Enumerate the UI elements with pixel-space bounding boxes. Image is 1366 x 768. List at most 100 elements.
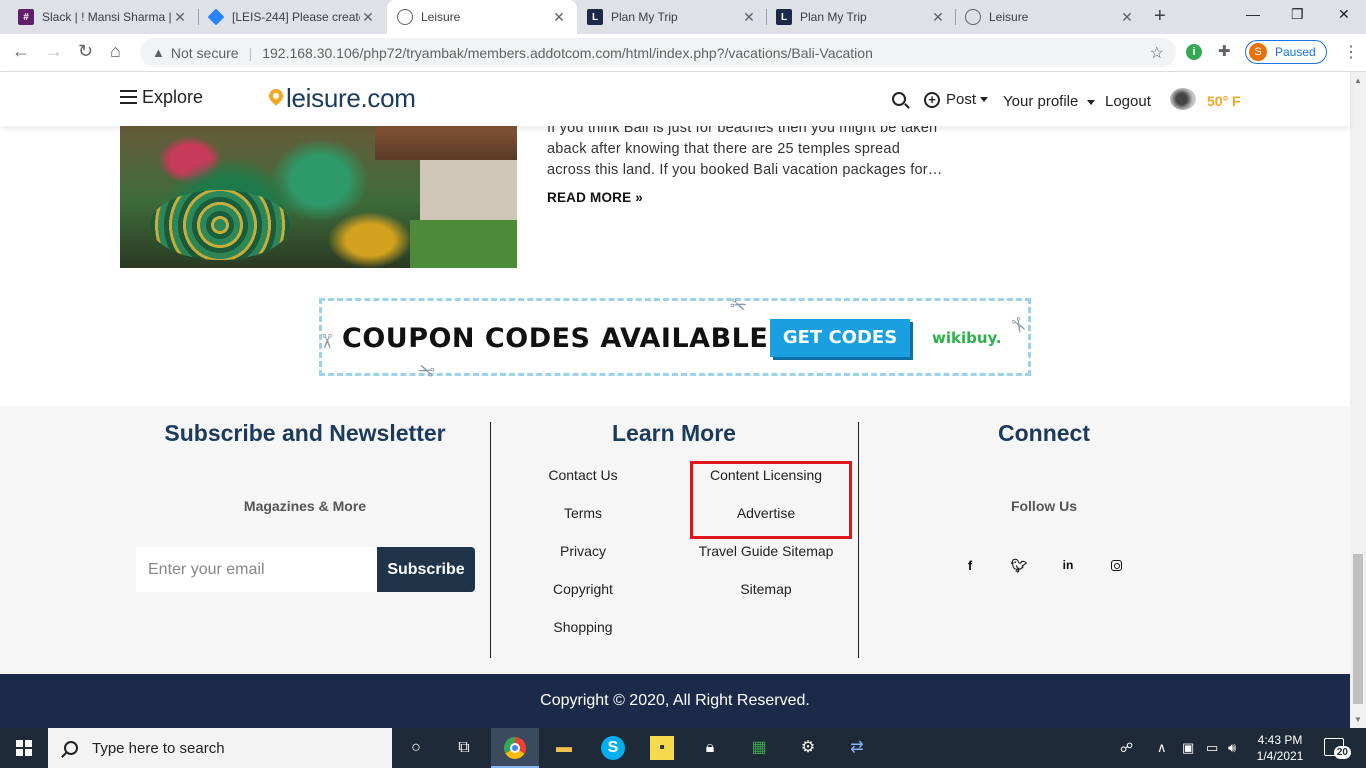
spreadsheet-app-icon[interactable]: ▦ <box>747 736 771 760</box>
location-pin-icon <box>268 89 284 109</box>
search-icon[interactable] <box>892 92 906 106</box>
system-clock[interactable]: 4:43 PM 1/4/2021 <box>1250 732 1310 764</box>
tab-title: [LEIS-244] Please create <box>232 10 360 24</box>
footer-link-privacy[interactable]: Privacy <box>493 543 673 559</box>
hamburger-icon[interactable] <box>120 90 137 104</box>
browser-tab[interactable]: L Plan My Trip ✕ <box>766 0 956 34</box>
chrome-icon <box>504 737 526 759</box>
temple-roof <box>375 120 517 160</box>
explore-link[interactable]: Explore <box>142 87 203 108</box>
post-menu[interactable]: + Post <box>924 91 989 108</box>
avatar: S <box>1249 43 1267 61</box>
close-icon[interactable]: ✕ <box>741 9 757 26</box>
file-explorer-icon[interactable]: ▬ <box>552 736 576 760</box>
caret-down-icon <box>980 97 989 102</box>
browser-tab-active[interactable]: Leisure ✕ <box>387 0 577 34</box>
security-label[interactable]: Not secure <box>171 45 239 61</box>
slack-icon: # <box>18 9 34 25</box>
bookmark-star-icon[interactable]: ☆ <box>1150 43 1164 63</box>
extension-info-icon[interactable]: i <box>1186 44 1202 60</box>
read-more-link[interactable]: READ MORE » <box>547 190 643 205</box>
article-image[interactable] <box>120 120 517 268</box>
close-icon[interactable]: ✕ <box>1119 9 1135 26</box>
reload-icon[interactable]: ↻ <box>78 41 93 62</box>
notifications-icon[interactable]: 20 <box>1324 738 1351 759</box>
subscribe-title: Subscribe and Newsletter <box>164 420 446 446</box>
jira-icon <box>207 8 225 26</box>
windows-start-icon[interactable] <box>16 740 32 756</box>
search-icon <box>64 741 78 755</box>
monitor-icon[interactable]: ▣ <box>1182 740 1194 756</box>
browser-tab[interactable]: # Slack | ! Mansi Sharma | ✕ <box>8 0 198 34</box>
browser-tab[interactable]: [LEIS-244] Please create ✕ <box>198 0 386 34</box>
extensions-puzzle-icon[interactable]: ✚ <box>1218 42 1231 60</box>
logo-text: leisure.com <box>286 83 416 113</box>
browser-toolbar: ← → ↻ ⌂ ▲ Not secure | 192.168.30.106/ph… <box>0 34 1366 72</box>
scroll-up-icon[interactable]: ▲ <box>1354 76 1362 85</box>
footer-link-shopping[interactable]: Shopping <box>493 619 673 635</box>
column-divider <box>858 422 859 658</box>
scissors-icon: ✂ <box>314 333 337 350</box>
browser-tab[interactable]: Leisure ✕ <box>955 0 1145 34</box>
cortana-icon[interactable]: ○ <box>404 736 428 760</box>
tray-expand-icon[interactable]: ∧ <box>1157 740 1167 756</box>
task-view-icon[interactable]: ⧉ <box>452 736 476 760</box>
instagram-icon[interactable] <box>1111 560 1122 571</box>
footer-link-contact-us[interactable]: Contact Us <box>493 467 673 483</box>
footer-link-travel-guide-sitemap[interactable]: Travel Guide Sitemap <box>676 543 856 559</box>
email-field[interactable] <box>136 547 377 592</box>
linkedin-icon[interactable]: in <box>1058 558 1078 572</box>
skype-icon[interactable]: S <box>601 736 625 760</box>
sticky-notes-icon[interactable]: ▪ <box>650 736 674 760</box>
temperature: 50° F <box>1207 93 1241 109</box>
close-icon[interactable]: ✕ <box>551 9 567 26</box>
volume-icon[interactable]: 🔊︎ <box>1228 740 1236 756</box>
plus-circle-icon: + <box>924 91 940 108</box>
close-icon[interactable]: ✕ <box>360 9 376 26</box>
footer-link-sitemap[interactable]: Sitemap <box>676 581 856 597</box>
browser-tab[interactable]: L Plan My Trip ✕ <box>577 0 767 34</box>
site-header: Explore leisure.com + Post Your profile … <box>0 72 1350 126</box>
battery-icon[interactable]: ▭ <box>1206 740 1218 756</box>
profile-button[interactable]: S Paused <box>1245 40 1327 64</box>
scroll-down-icon[interactable]: ▼ <box>1354 715 1362 724</box>
caret-down-icon <box>1086 99 1095 105</box>
site-logo[interactable]: leisure.com <box>268 83 416 114</box>
close-window-icon[interactable]: ✕ <box>1338 6 1350 23</box>
subscribe-subtitle: Magazines & More <box>243 498 367 514</box>
taskbar-search-box[interactable]: Type here to search <box>48 728 392 768</box>
warning-icon[interactable]: ▲ <box>152 45 165 60</box>
address-bar[interactable]: ▲ Not secure | 192.168.30.106/php72/trya… <box>140 38 1176 67</box>
scissors-icon: ✂ <box>414 355 439 383</box>
tab-title: Plan My Trip <box>800 10 867 24</box>
restore-icon[interactable]: ❐ <box>1291 6 1304 23</box>
new-tab-icon[interactable]: + <box>1154 5 1166 28</box>
home-icon[interactable]: ⌂ <box>110 41 121 62</box>
coupon-ad-banner[interactable]: COUPON CODES AVAILABLE GET CODES wikibuy… <box>315 293 1032 382</box>
menu-kebab-icon[interactable]: ⋮ <box>1343 42 1359 62</box>
article-excerpt: If you think Bali is just for beaches th… <box>547 120 943 178</box>
subscribe-button[interactable]: Subscribe <box>377 547 475 592</box>
network-app-icon[interactable]: ⇄ <box>845 736 869 760</box>
close-icon[interactable]: ✕ <box>930 9 946 26</box>
logout-link[interactable]: Logout <box>1105 93 1151 110</box>
profile-menu[interactable]: Your profile <box>1003 93 1095 110</box>
footer-link-terms[interactable]: Terms <box>493 505 673 521</box>
close-icon[interactable]: ✕ <box>172 9 188 26</box>
column-divider <box>490 422 491 658</box>
facebook-icon[interactable]: f <box>960 558 980 573</box>
url-text[interactable]: 192.168.30.106/php72/tryambak/members.ad… <box>262 45 873 61</box>
taskbar-chrome-active[interactable] <box>491 728 539 768</box>
scissors-icon: ✂ <box>1004 312 1032 339</box>
minimize-icon[interactable]: — <box>1246 6 1260 22</box>
forward-icon[interactable]: → <box>45 41 63 62</box>
scrollbar-thumb[interactable] <box>1353 554 1363 704</box>
footer-link-copyright[interactable]: Copyright <box>493 581 673 597</box>
people-icon[interactable]: ☍ <box>1120 740 1133 756</box>
back-icon[interactable]: ← <box>12 41 30 62</box>
settings-gear-icon[interactable]: ⚙ <box>796 736 820 760</box>
twitter-icon[interactable]: 🐦︎ <box>1009 558 1029 574</box>
vertical-scrollbar[interactable]: ▲ ▼ <box>1350 72 1366 728</box>
get-codes-button[interactable]: GET CODES <box>770 319 910 357</box>
security-app-icon[interactable]: 🔒︎ <box>698 736 722 760</box>
